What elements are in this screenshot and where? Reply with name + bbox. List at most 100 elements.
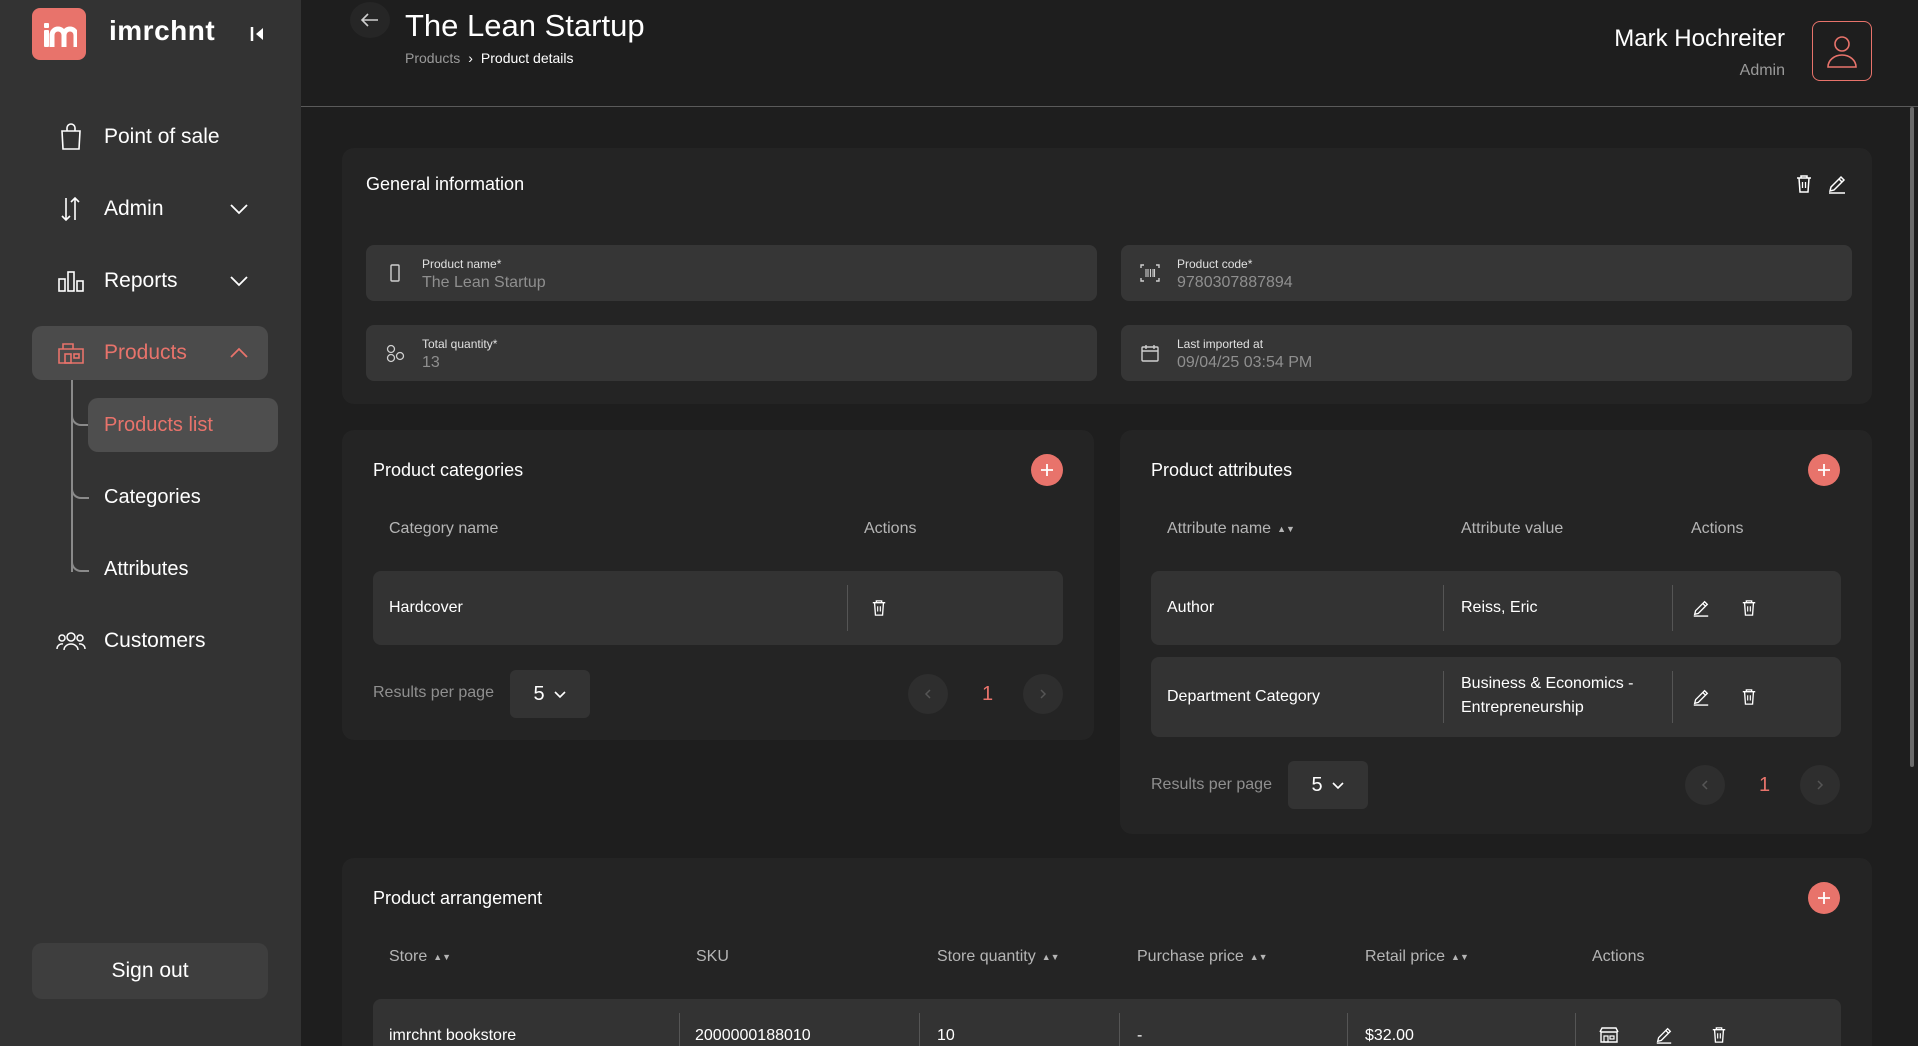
next-page-button[interactable]	[1800, 765, 1840, 805]
sort-icon: ▲▼	[1277, 523, 1295, 534]
chevron-right-icon	[1817, 780, 1824, 790]
field-value: 9780307887894	[1177, 274, 1293, 291]
calendar-icon	[1139, 342, 1161, 364]
page-number[interactable]: 1	[982, 683, 993, 706]
product-code-field[interactable]: Product code* 9780307887894	[1121, 245, 1852, 301]
nav-item-products[interactable]: Products	[32, 326, 268, 380]
store-button[interactable]	[1597, 1023, 1621, 1046]
sort-icon: ▲▼	[1041, 951, 1060, 962]
card-title: Product arrangement	[373, 888, 543, 908]
table-row: imrchnt bookstore 2000000188010 10 - $32…	[373, 999, 1841, 1046]
field-label: Product name*	[422, 257, 502, 271]
next-page-button[interactable]	[1023, 674, 1063, 714]
column-header: Actions	[1691, 520, 1744, 537]
delete-product-button[interactable]	[1792, 172, 1816, 196]
column-header-label: Store quantity	[937, 948, 1036, 965]
header: The Lean Startup Products › Product deta…	[301, 0, 1918, 107]
field-value: 13	[422, 354, 440, 371]
delete-attribute-button[interactable]	[1737, 596, 1761, 620]
divider	[919, 1013, 920, 1046]
results-per-page-label: Results per page	[373, 684, 494, 701]
chevron-down-icon	[228, 198, 250, 220]
column-header-sortable[interactable]: Store quantity ▲▼	[937, 948, 1060, 966]
sort-arrows-icon	[56, 194, 86, 224]
attribute-value-cell: Business & Economics -	[1461, 675, 1634, 692]
pencil-icon	[1656, 1027, 1672, 1044]
user-role: Admin	[1739, 62, 1785, 79]
attribute-name-cell: Department Category	[1167, 688, 1320, 705]
previous-page-button[interactable]	[1685, 765, 1725, 805]
results-per-page-select[interactable]: 5	[1288, 761, 1368, 809]
column-header-sortable[interactable]: Retail price ▲▼	[1365, 948, 1469, 966]
column-header-sortable[interactable]: Purchase price ▲▼	[1137, 948, 1268, 966]
sort-icon: ▲▼	[1249, 951, 1268, 962]
delete-arrangement-button[interactable]	[1707, 1023, 1731, 1046]
pencil-icon	[1828, 175, 1846, 194]
nav-item-reports[interactable]: Reports	[32, 254, 268, 308]
delete-category-button[interactable]	[867, 596, 891, 620]
column-header-sortable[interactable]: Attribute name ▲▼	[1167, 520, 1295, 538]
breadcrumb-current: Product details	[480, 50, 574, 66]
collapse-sidebar-icon[interactable]	[248, 24, 268, 44]
breadcrumb-products-link[interactable]: Products	[405, 50, 460, 66]
subnav-item-attributes[interactable]: Attributes	[88, 542, 278, 596]
select-value: 5	[533, 682, 545, 705]
back-button[interactable]	[350, 2, 390, 38]
users-icon	[56, 626, 86, 656]
edit-attribute-button[interactable]	[1689, 596, 1713, 620]
divider	[1443, 585, 1444, 631]
previous-page-button[interactable]	[908, 674, 948, 714]
breadcrumb: Products › Product details	[405, 50, 574, 66]
subnav-item-products-list[interactable]: Products list	[88, 398, 278, 452]
store-quantity-cell: 10	[937, 1027, 955, 1044]
nav-label: Products	[104, 341, 187, 364]
column-header: Actions	[1592, 948, 1645, 965]
column-header: Actions	[864, 520, 917, 537]
subnav-connector	[71, 408, 89, 426]
last-imported-field[interactable]: Last imported at 09/04/25 03:54 PM	[1121, 325, 1852, 381]
trash-icon	[1742, 689, 1756, 705]
attribute-value-cell: Reiss, Eric	[1461, 599, 1538, 616]
add-arrangement-button[interactable]	[1808, 882, 1840, 914]
stack-icon	[384, 342, 406, 364]
trash-icon	[1712, 1027, 1726, 1043]
arrow-left-icon	[360, 13, 378, 27]
field-label: Last imported at	[1177, 337, 1264, 351]
page-number[interactable]: 1	[1759, 774, 1770, 797]
attribute-value-cell: Entrepreneurship	[1461, 699, 1584, 716]
subnav-item-categories[interactable]: Categories	[88, 470, 278, 524]
logo-icon	[32, 8, 86, 60]
subnav-connector	[71, 554, 89, 572]
plus-icon	[1041, 464, 1053, 476]
field-value: The Lean Startup	[422, 274, 546, 291]
column-header-label: Store	[389, 948, 428, 965]
nav-item-admin[interactable]: Admin	[32, 182, 268, 236]
shopping-bag-icon	[56, 122, 86, 152]
avatar[interactable]	[1812, 21, 1872, 81]
delete-attribute-button[interactable]	[1737, 685, 1761, 709]
edit-arrangement-button[interactable]	[1652, 1023, 1676, 1046]
product-name-field[interactable]: Product name* The Lean Startup	[366, 245, 1097, 301]
store-cell: imrchnt bookstore	[389, 1027, 517, 1044]
chevron-left-icon	[1701, 780, 1708, 790]
add-category-button[interactable]	[1031, 454, 1063, 486]
column-header-sortable[interactable]: Store ▲▼	[389, 948, 451, 966]
nav-label: Reports	[104, 269, 178, 292]
scrollbar[interactable]	[1910, 107, 1914, 767]
subnav-connector	[71, 481, 89, 499]
add-attribute-button[interactable]	[1808, 454, 1840, 486]
sidebar: imrchnt Point of sale Admin Reports Prod…	[0, 0, 301, 1046]
nav-item-customers[interactable]: Customers	[32, 614, 268, 668]
nav-item-point-of-sale[interactable]: Point of sale	[32, 110, 268, 164]
subnav-label: Categories	[104, 485, 201, 508]
divider	[1575, 1013, 1576, 1046]
edit-attribute-button[interactable]	[1689, 685, 1713, 709]
total-quantity-field[interactable]: Total quantity* 13	[366, 325, 1097, 381]
edit-product-button[interactable]	[1825, 172, 1849, 196]
sign-out-button[interactable]: Sign out	[32, 943, 268, 999]
plus-icon	[1818, 464, 1830, 476]
results-per-page-select[interactable]: 5	[510, 670, 590, 718]
divider	[1672, 585, 1673, 631]
card-title: General information	[366, 174, 525, 194]
table-row: Author Reiss, Eric	[1151, 571, 1841, 645]
